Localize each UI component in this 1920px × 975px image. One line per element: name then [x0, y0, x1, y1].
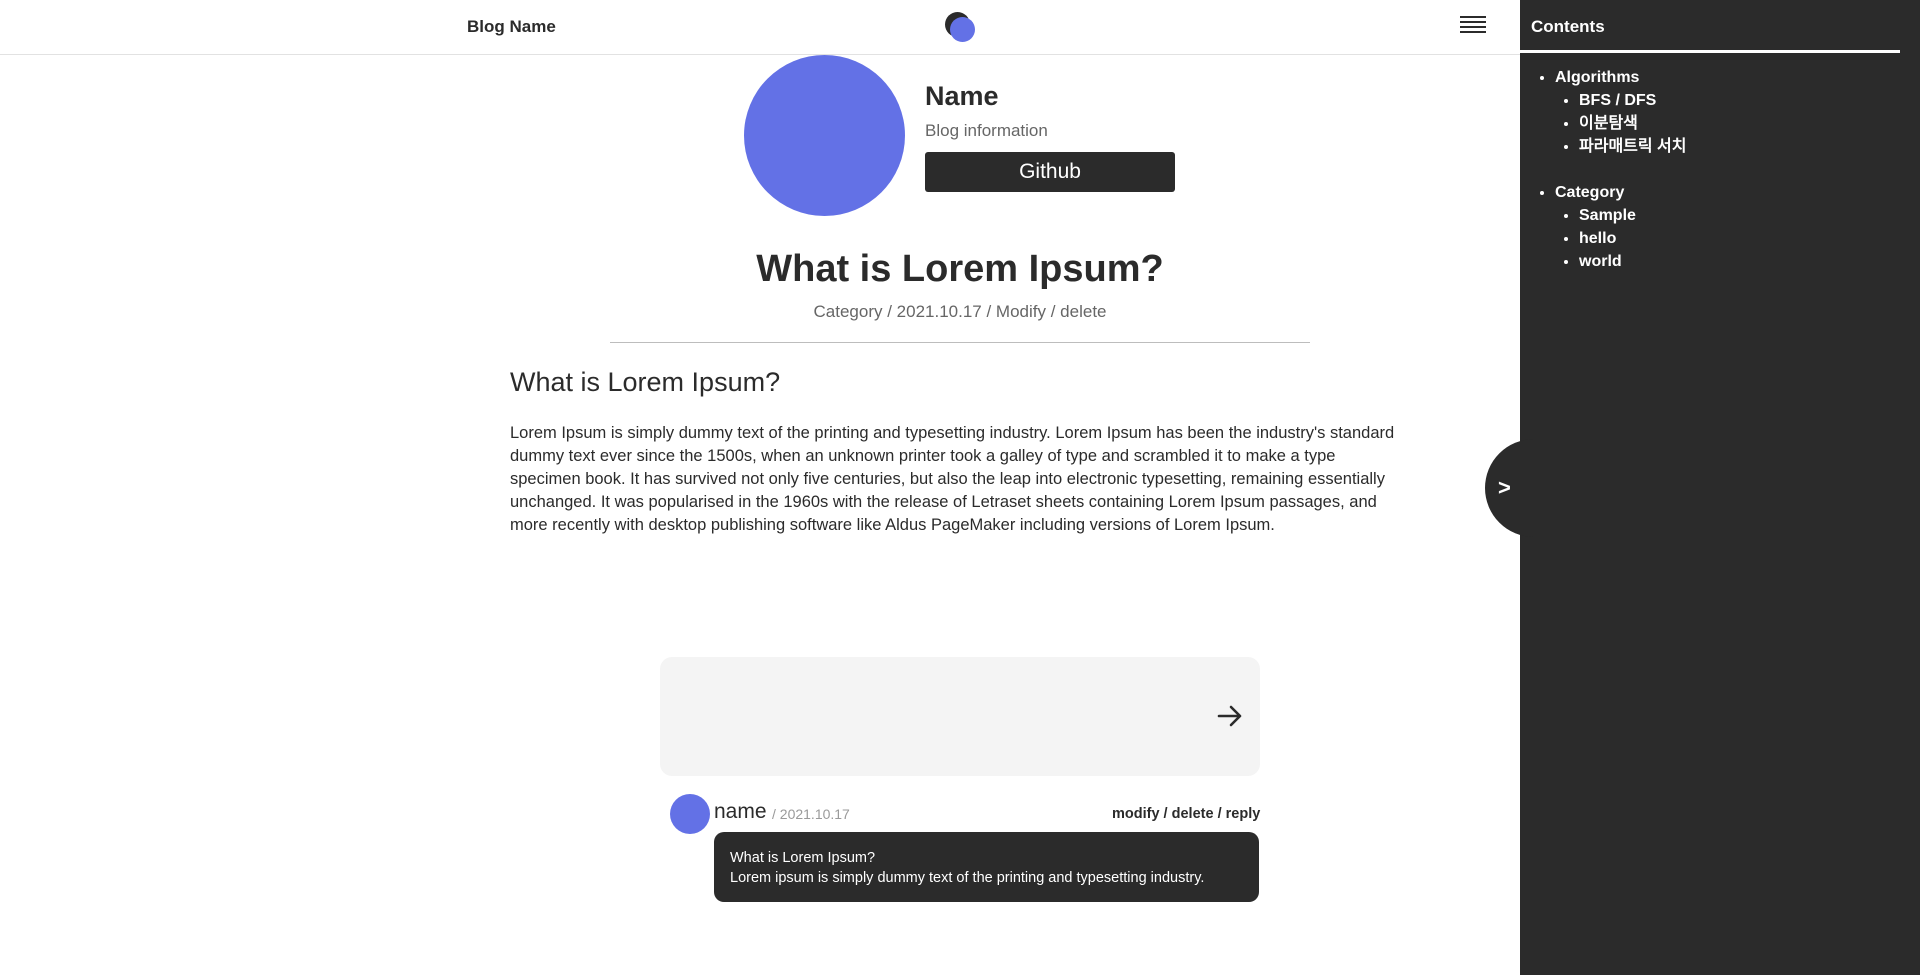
- logo-front-circle: [950, 17, 975, 42]
- toc-item[interactable]: Sample: [1579, 204, 1687, 227]
- meta-separator: /: [882, 302, 897, 321]
- comment-bubble: What is Lorem Ipsum? Lorem ipsum is simp…: [714, 832, 1259, 902]
- toc-item[interactable]: 이분탐색: [1579, 112, 1687, 135]
- toc-group: Algorithms BFS / DFS 이분탐색 파라매트릭 서치: [1555, 66, 1687, 158]
- sidebar-title: Contents: [1531, 17, 1605, 36]
- blog-name-link[interactable]: Blog Name: [467, 17, 556, 37]
- comment-date: / 2021.10.17: [772, 806, 850, 822]
- post-modify-link[interactable]: Modify: [996, 302, 1046, 321]
- toc-item[interactable]: BFS / DFS: [1579, 89, 1687, 112]
- content-heading: What is Lorem Ipsum?: [510, 367, 781, 397]
- comment-text-line: Lorem ipsum is simply dummy text of the …: [730, 870, 1205, 886]
- comment-modify-link[interactable]: modify: [1112, 806, 1160, 822]
- comment-text-line: What is Lorem Ipsum?: [730, 850, 876, 866]
- arrow-right-icon[interactable]: [1215, 701, 1245, 731]
- header: Blog Name: [0, 0, 1520, 55]
- toc-group-label[interactable]: Category: [1555, 184, 1624, 201]
- github-button[interactable]: Github: [925, 152, 1175, 192]
- logo-icon[interactable]: [945, 12, 975, 42]
- toc-item[interactable]: world: [1579, 250, 1687, 273]
- menu-line: [1460, 31, 1486, 33]
- post-delete-link[interactable]: delete: [1060, 302, 1106, 321]
- toc-item[interactable]: hello: [1579, 227, 1687, 250]
- toc-group: Category Sample hello world: [1555, 181, 1687, 273]
- profile-name: Name: [925, 81, 999, 111]
- comment-input[interactable]: [678, 671, 1198, 761]
- menu-line: [1460, 21, 1486, 23]
- sidebar-toggle-button[interactable]: >: [1485, 439, 1555, 537]
- comment-reply-link[interactable]: reply: [1226, 806, 1261, 822]
- post-divider: [610, 342, 1310, 343]
- profile-info: Blog information: [925, 121, 1048, 140]
- toc-group-label[interactable]: Algorithms: [1555, 69, 1639, 86]
- comment-delete-link[interactable]: delete: [1172, 806, 1214, 822]
- comment-form: [660, 657, 1260, 776]
- meta-separator: /: [981, 302, 996, 321]
- comment-avatar: [670, 794, 710, 834]
- sidebar-divider: [1520, 50, 1900, 53]
- profile-avatar: [744, 55, 905, 216]
- content-paragraph: Lorem Ipsum is simply dummy text of the …: [510, 424, 1395, 534]
- hamburger-menu-icon[interactable]: [1460, 16, 1486, 36]
- comment-actions: modify / delete / reply: [1112, 806, 1261, 822]
- post-category-link[interactable]: Category: [814, 302, 883, 321]
- menu-line: [1460, 26, 1486, 28]
- post-date: 2021.10.17: [896, 302, 982, 321]
- toc-item[interactable]: 파라매트릭 서치: [1579, 135, 1687, 158]
- table-of-contents: Algorithms BFS / DFS 이분탐색 파라매트릭 서치 Categ…: [1542, 66, 1687, 296]
- meta-separator: /: [1046, 302, 1061, 321]
- contents-sidebar: Contents Algorithms BFS / DFS 이분탐색 파라매트릭…: [1520, 0, 1920, 975]
- comment-author: name: [714, 800, 767, 823]
- menu-line: [1460, 16, 1486, 18]
